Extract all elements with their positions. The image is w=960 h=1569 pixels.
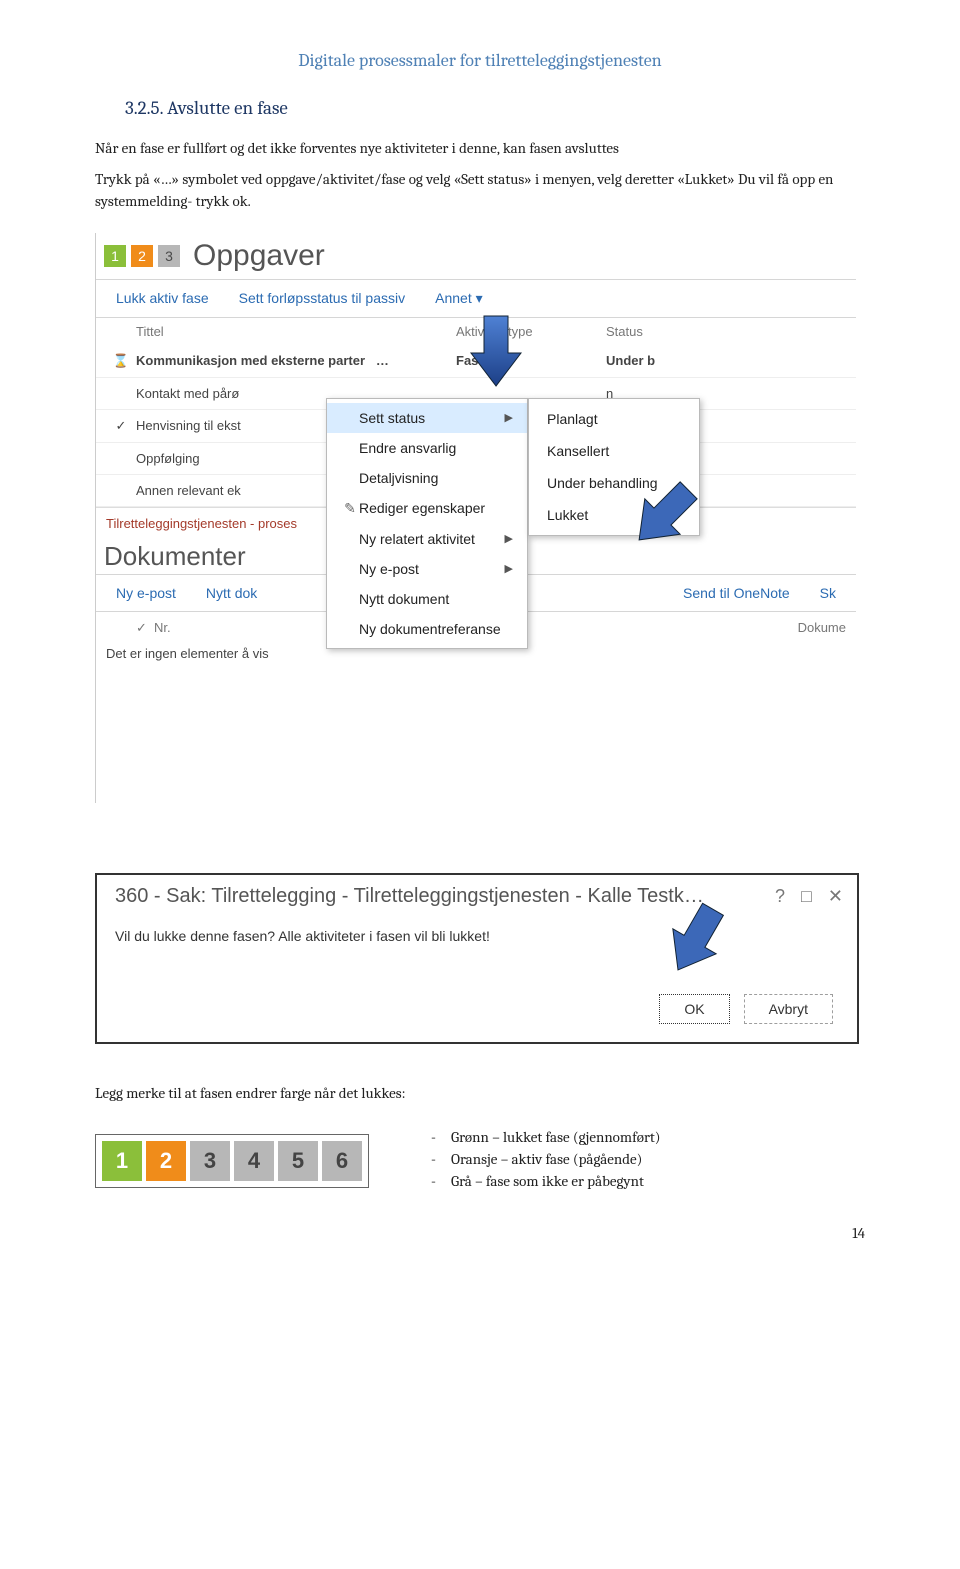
col-header-nr[interactable]: Nr. [154,620,244,636]
annotation-arrow-icon [466,308,526,388]
btn-lukk-aktiv-fase[interactable]: Lukk aktiv fase [116,290,209,307]
body-paragraph: Legg merke til at fasen endrer farge når… [95,1082,865,1105]
legend-item: Grønn – lukket fase (gjennomført) [431,1128,661,1146]
chevron-right-icon: ▶ [505,532,513,545]
phase-chip-6: 6 [322,1141,362,1181]
phase-tabs: 1 2 3 Oppgaver [96,233,856,279]
menu-ny-relatert-aktivitet[interactable]: Ny relatert aktivitet▶ [327,524,527,554]
menu-endre-ansvarlig[interactable]: Endre ansvarlig [327,433,527,463]
menu-ny-dokumentreferanse[interactable]: Ny dokumentreferanse [327,614,527,644]
body-paragraph: Trykk på «…» symbolet ved oppgave/aktivi… [95,168,865,213]
dialog-title: 360 - Sak: Tilrettelegging - Tilretteleg… [115,885,704,908]
btn-nytt-dok[interactable]: Nytt dok [206,585,257,601]
menu-detaljvisning[interactable]: Detaljvisning [327,463,527,493]
phase-chip-4: 4 [234,1141,274,1181]
body-paragraph: Når en fase er fullført og det ikke forv… [95,137,865,160]
check-icon: ✓ [106,418,136,434]
phase-color-strip: 1 2 3 4 5 6 [95,1134,369,1188]
maximize-icon[interactable]: □ [801,886,812,907]
legend-item: Oransje – aktiv fase (pågående) [431,1150,661,1168]
phase-tab-1[interactable]: 1 [104,245,126,267]
page-number: 14 [95,1224,865,1242]
phase-color-legend: Grønn – lukket fase (gjennomført) Oransj… [399,1128,661,1194]
phase-chip-5: 5 [278,1141,318,1181]
row-title: Kommunikasjon med eksterne parter … [136,353,456,368]
ok-button[interactable]: OK [659,994,729,1024]
phase-chip-2: 2 [146,1141,186,1181]
row-status: Under b [606,353,655,368]
dialog-message: Vil du lukke denne fasen? Alle aktivitet… [97,914,857,954]
context-menu: Sett status▶ Endre ansvarlig Detaljvisni… [326,398,528,649]
phase-tab-3[interactable]: 3 [158,245,180,267]
screenshot-oppgaver: 1 2 3 Oppgaver Lukk aktiv fase Sett forl… [95,233,856,803]
menu-ny-epost[interactable]: Ny e-post▶ [327,554,527,584]
btn-send-onenote[interactable]: Send til OneNote [683,585,790,601]
oppgaver-title: Oppgaver [193,239,325,273]
phase-tab-2[interactable]: 2 [131,245,153,267]
cancel-button[interactable]: Avbryt [744,994,833,1024]
chevron-right-icon: ▶ [505,411,513,424]
menu-sett-status[interactable]: Sett status▶ [327,403,527,433]
btn-annet[interactable]: Annet [435,290,483,307]
phase-chip-3: 3 [190,1141,230,1181]
close-icon[interactable]: ✕ [828,886,843,907]
submenu-kansellert[interactable]: Kansellert [529,435,699,467]
col-header-tittel[interactable]: Tittel [136,324,456,339]
document-header: Digitale prosessmaler for tilretteleggin… [95,50,865,71]
more-dots-icon[interactable]: … [376,353,389,368]
dialog-close-phase: 360 - Sak: Tilrettelegging - Tilretteleg… [95,873,859,1044]
help-icon[interactable]: ? [775,886,785,907]
edit-icon: ✎ [341,500,359,517]
section-heading: 3.2.5. Avslutte en fase [125,97,865,119]
menu-rediger-egenskaper[interactable]: ✎Rediger egenskaper [327,493,527,524]
check-icon: ✓ [136,620,154,636]
hourglass-icon: ⌛ [106,353,136,369]
menu-nytt-dokument[interactable]: Nytt dokument [327,584,527,614]
chevron-right-icon: ▶ [505,562,513,575]
col-header-dokume[interactable]: Dokume [798,620,846,636]
btn-sk[interactable]: Sk [820,585,836,601]
btn-sett-passiv[interactable]: Sett forløpsstatus til passiv [239,290,406,307]
btn-ny-epost[interactable]: Ny e-post [116,585,176,601]
phase-chip-1: 1 [102,1141,142,1181]
submenu-planlagt[interactable]: Planlagt [529,403,699,435]
col-header-status[interactable]: Status [606,324,846,339]
legend-item: Grå – fase som ikke er påbegynt [431,1172,661,1190]
